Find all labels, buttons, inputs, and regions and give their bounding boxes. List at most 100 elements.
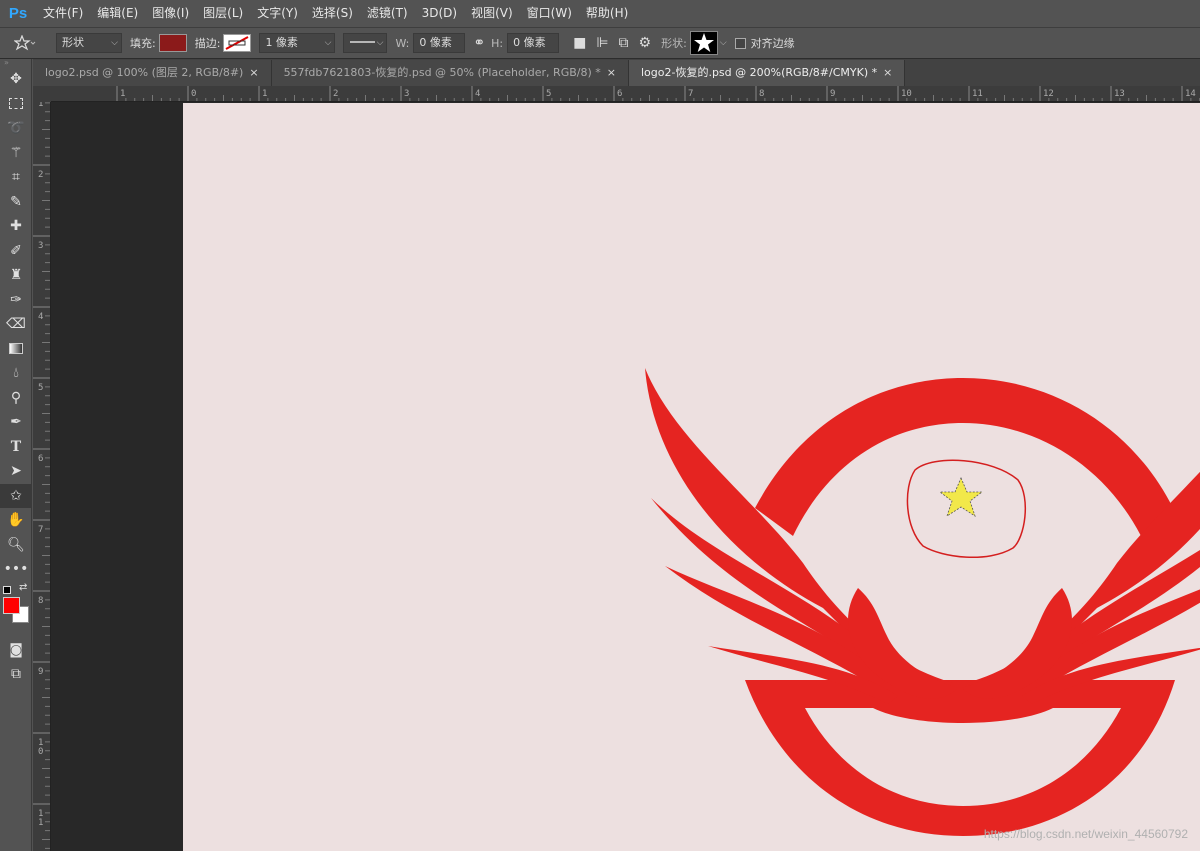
ruler-label: 4 xyxy=(38,312,43,322)
tab-label: logo2.psd @ 100% (图层 2, RGB/8#) xyxy=(45,66,244,79)
ruler-label: 13 xyxy=(1114,89,1125,99)
ruler-label: 10 xyxy=(901,89,912,99)
link-icon[interactable]: ⚭ xyxy=(473,35,485,51)
quick-mask-button[interactable]: ◙ xyxy=(0,638,32,663)
blur-tool[interactable]: 💧︎ xyxy=(0,361,32,386)
ps-logo: Ps xyxy=(8,5,28,22)
chevron-down-icon[interactable]: ⌵ xyxy=(720,38,727,48)
menu-help[interactable]: 帮助(H) xyxy=(579,0,635,27)
foreground-color-swatch[interactable] xyxy=(3,596,20,614)
menu-view[interactable]: 视图(V) xyxy=(464,0,520,27)
path-alignment-icon[interactable]: ⊫ xyxy=(596,35,608,51)
eyedropper-icon: ✎ xyxy=(10,193,22,210)
swap-colors-icon[interactable]: ⇄ xyxy=(19,582,27,593)
h-input[interactable]: 0 像素 xyxy=(507,33,560,53)
wing-ring-logo xyxy=(645,368,1200,836)
ruler-label: 1 xyxy=(38,818,43,828)
logo-top-arc xyxy=(755,378,1173,536)
history-brush-tool[interactable]: ✑ xyxy=(0,288,32,313)
ruler-label: 4 xyxy=(475,89,480,99)
horizontal-ruler[interactable]: 1 0 1 2 3 4 5 6 7 8 9 10 11 12 13 14 xyxy=(51,86,1200,102)
marquee-icon xyxy=(9,98,23,110)
move-icon: ✥ xyxy=(10,71,22,88)
crop-icon: ⌗ xyxy=(12,169,20,186)
eraser-tool[interactable]: ⌫ xyxy=(0,312,32,337)
close-icon[interactable]: × xyxy=(607,66,616,79)
menu-3d[interactable]: 3D(D) xyxy=(415,0,464,27)
stroke-type-select[interactable]: ⌵ xyxy=(343,33,388,53)
close-icon[interactable]: × xyxy=(249,66,258,79)
tab-logo2[interactable]: logo2.psd @ 100% (图层 2, RGB/8#) × xyxy=(33,60,272,86)
stroke-width-select[interactable]: 1 像素 ⌵ xyxy=(259,33,336,53)
path-select-icon: ➤ xyxy=(10,463,22,480)
crop-tool[interactable]: ⌗ xyxy=(0,165,32,190)
gradient-tool[interactable] xyxy=(0,337,32,362)
gear-icon[interactable]: ⚙ xyxy=(639,35,652,51)
magic-wand-tool[interactable]: ⚚ xyxy=(0,141,32,166)
watermark: https://blog.csdn.net/weixin_44560792 xyxy=(983,827,1188,841)
eyedropper-tool[interactable]: ✎ xyxy=(0,190,32,215)
stroke-swatch[interactable] xyxy=(223,34,252,52)
ruler-label: 7 xyxy=(688,89,693,99)
path-select-tool[interactable]: ➤ xyxy=(0,459,32,484)
menu-file[interactable]: 文件(F) xyxy=(36,0,90,27)
menu-type[interactable]: 文字(Y) xyxy=(250,0,305,27)
ruler-label: 3 xyxy=(404,89,409,99)
move-tool[interactable]: ✥ xyxy=(0,67,32,92)
ruler-origin[interactable] xyxy=(33,86,51,102)
path-operations-icon[interactable]: ■ xyxy=(573,35,586,51)
custom-shape-icon: ✩ xyxy=(10,487,22,504)
screen-mode-button[interactable]: ⧉ xyxy=(0,662,32,687)
chevron-down-icon: ⌵ xyxy=(324,38,332,48)
path-arrangement-icon[interactable]: ⧉ xyxy=(619,35,629,51)
type-tool[interactable]: T xyxy=(0,435,32,460)
ruler-label: 9 xyxy=(830,89,835,99)
fill-swatch[interactable] xyxy=(158,34,187,52)
type-icon: T xyxy=(10,438,22,455)
brush-tool[interactable]: ✐ xyxy=(0,239,32,264)
ruler-label: 2 xyxy=(38,170,43,180)
custom-shape-tool[interactable]: ✩ xyxy=(0,483,32,508)
healing-tool[interactable]: ✚ xyxy=(0,214,32,239)
tab-logo2-recovered[interactable]: logo2-恢复的.psd @ 200%(RGB/8#/CMYK) * × xyxy=(628,60,906,86)
w-input[interactable]: 0 像素 xyxy=(413,33,466,53)
marquee-tool[interactable] xyxy=(0,92,32,117)
collapse-icon[interactable]: » xyxy=(0,59,31,67)
mode-select[interactable]: 形状 ⌵ xyxy=(56,33,122,53)
menu-select[interactable]: 选择(S) xyxy=(305,0,360,27)
vertical-ruler[interactable]: 1234567891011 xyxy=(33,102,51,851)
menu-filter[interactable]: 滤镜(T) xyxy=(360,0,415,27)
tool-preset-picker[interactable] xyxy=(14,35,36,51)
brush-icon: ✐ xyxy=(10,242,22,259)
logo-bottom-ring xyxy=(745,680,1175,836)
menu-layer[interactable]: 图层(L) xyxy=(196,0,250,27)
dodge-tool[interactable]: ⚲ xyxy=(0,386,32,411)
ruler-label: 9 xyxy=(38,667,43,677)
tab-557fdb[interactable]: 557fdb7621803-恢复的.psd @ 50% (Placeholder… xyxy=(271,60,629,86)
menu-image[interactable]: 图像(I) xyxy=(145,0,196,27)
ruler-label: 6 xyxy=(617,89,622,99)
stamp-tool[interactable]: ♜ xyxy=(0,263,32,288)
ruler-label: 8 xyxy=(759,89,764,99)
menu-edit[interactable]: 编辑(E) xyxy=(90,0,145,27)
pen-tool[interactable]: ✒ xyxy=(0,410,32,435)
pen-icon: ✒ xyxy=(10,414,22,431)
menu-window[interactable]: 窗口(W) xyxy=(520,0,579,27)
zoom-icon: 🔍︎ xyxy=(7,536,25,553)
ruler-label: 0 xyxy=(191,89,196,99)
history-brush-icon: ✑ xyxy=(10,291,22,308)
shape-picker[interactable] xyxy=(689,31,718,55)
blur-icon: 💧︎ xyxy=(13,365,19,382)
custom-shape-icon xyxy=(14,35,36,51)
document-canvas[interactable]: https://blog.csdn.net/weixin_44560792 xyxy=(183,103,1200,851)
ruler-ticks: 1234567891011 xyxy=(33,102,50,849)
align-edges-checkbox[interactable] xyxy=(734,37,746,49)
stroke-width-value: 1 像素 xyxy=(265,36,298,49)
more-tools[interactable]: ••• xyxy=(0,557,32,582)
zoom-tool[interactable]: 🔍︎ xyxy=(0,533,32,558)
align-edges-label: 对齐边缘 xyxy=(750,37,795,50)
close-icon[interactable]: × xyxy=(883,66,892,79)
lasso-tool[interactable]: ➰ xyxy=(0,116,32,141)
hand-tool[interactable]: ✋ xyxy=(0,508,32,533)
default-colors-icon[interactable] xyxy=(3,585,11,594)
